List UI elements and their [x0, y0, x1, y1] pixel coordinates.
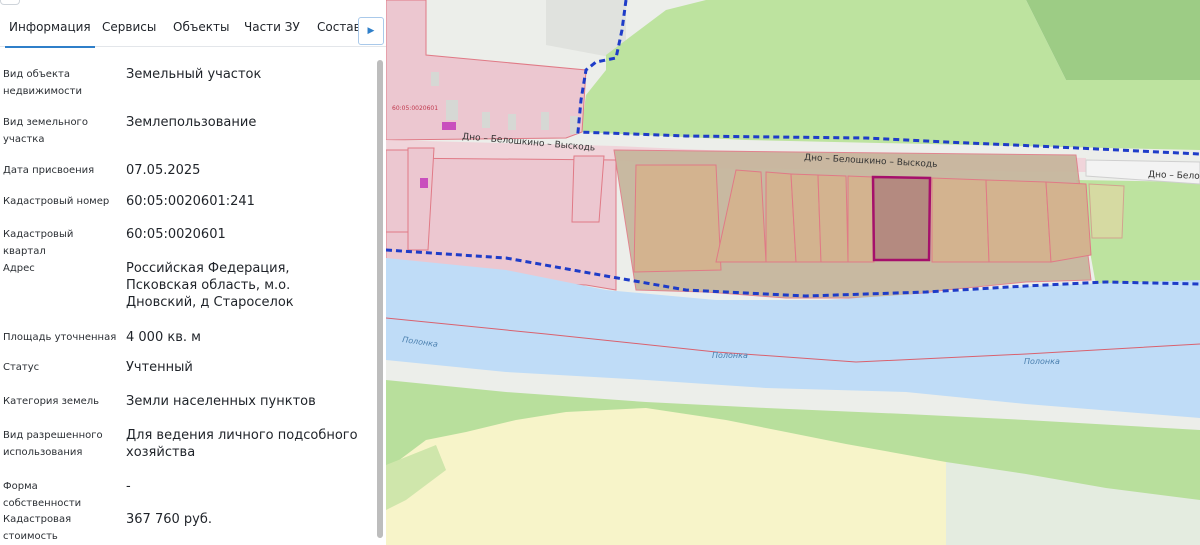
river-label: Полонка — [712, 351, 748, 360]
field-value-cadastral-quarter[interactable]: 60:05:0020601 — [126, 226, 362, 243]
tab-services[interactable]: Сервисы — [102, 20, 156, 34]
building — [508, 114, 516, 130]
field-value-address: Российская Федерация, Псковская область,… — [126, 261, 294, 310]
field-label-assigned-date: Дата присвоения — [3, 165, 95, 176]
building — [446, 100, 458, 120]
field-value-area: 4 000 кв. м — [126, 330, 201, 345]
field-label-land-type: Вид земельного участка — [3, 117, 88, 145]
chevron-right-icon: ▶ — [367, 26, 375, 36]
map-canvas[interactable]: 60:05:0020601 Дно – Белошкино – Выскодь … — [386, 0, 1200, 545]
field-label-cadastral-quarter: Кадастровый квартал — [3, 229, 74, 257]
field-value-cadastral-number[interactable]: 60:05:0020601:241 — [126, 193, 362, 210]
poi-marker[interactable] — [442, 122, 456, 130]
tab-bar: Информация Сервисы Объекты Части ЗУ Сост… — [0, 14, 386, 48]
field-label-permitted-use: Вид разрешенного использования — [3, 430, 103, 458]
field-label-cadastral-number: Кадастровый номер — [3, 196, 110, 207]
field-value-permitted-use: Для ведения личного подсобного хозяйства — [126, 428, 358, 460]
info-panel: Информация Сервисы Объекты Части ЗУ Сост… — [0, 0, 386, 545]
parcel[interactable] — [985, 179, 1052, 263]
parcel-settlement[interactable] — [571, 155, 605, 223]
field-value-status: Учтенный — [126, 360, 193, 375]
field-label-ownership: Форма собственности — [3, 481, 82, 509]
parcel[interactable] — [1045, 181, 1092, 263]
parcel[interactable] — [1088, 183, 1125, 239]
field-label-cadastral-value: Кадастровая стоимость — [3, 514, 72, 542]
tab-objects[interactable]: Объекты — [173, 20, 229, 34]
tab-parcel-parts[interactable]: Части ЗУ — [244, 20, 300, 34]
field-value-cadastral-value: 367 760 руб. — [126, 512, 212, 527]
map-view[interactable]: 60:05:0020601 Дно – Белошкино – Выскодь … — [386, 0, 1200, 545]
poi-marker[interactable] — [420, 178, 428, 188]
panel-scrollbar[interactable] — [377, 60, 383, 538]
field-value-ownership: - — [126, 479, 131, 494]
field-value-object-type: Земельный участок — [126, 67, 262, 82]
field-value-land-category: Земли населенных пунктов — [126, 394, 316, 409]
building — [482, 112, 490, 128]
quarter-label: 60:05:0020601 — [392, 105, 438, 112]
parcel[interactable] — [931, 177, 990, 263]
field-label-area: Площадь уточненная — [3, 332, 117, 343]
field-label-status: Статус — [3, 362, 40, 373]
parcel[interactable] — [847, 175, 875, 263]
road-label: Дно – Бело — [1148, 170, 1200, 182]
panel-handle[interactable] — [0, 0, 20, 5]
tab-information[interactable]: Информация — [5, 20, 95, 48]
building — [431, 72, 439, 86]
building — [541, 112, 549, 130]
field-label-land-category: Категория земель — [3, 396, 100, 407]
parcel[interactable] — [790, 173, 822, 263]
parcel[interactable] — [817, 174, 849, 263]
parcel[interactable] — [633, 164, 722, 273]
tabs-scroll-right-button[interactable]: ▶ — [358, 17, 384, 45]
field-label-object-type: Вид объекта недвижимости — [3, 69, 82, 97]
selected-parcel[interactable] — [871, 175, 932, 262]
field-label-address: Адрес — [3, 263, 35, 274]
field-value-land-type: Землепользование — [126, 115, 257, 130]
field-value-assigned-date: 07.05.2025 — [126, 163, 201, 178]
parcel-settlement[interactable] — [386, 149, 409, 233]
river-label: Полонка — [1024, 357, 1060, 366]
tab-composition[interactable]: Состав — [317, 20, 361, 34]
